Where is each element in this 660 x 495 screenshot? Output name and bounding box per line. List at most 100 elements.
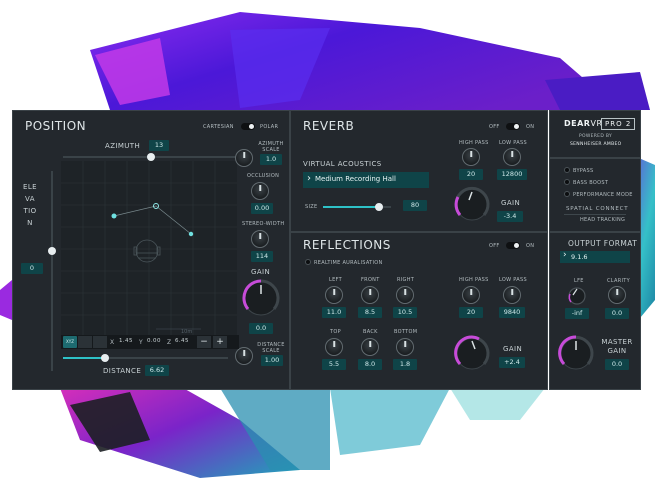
reverb-high-pass-value[interactable]: 20 <box>459 169 483 180</box>
reverb-toggle[interactable] <box>506 123 520 130</box>
distance-slider[interactable] <box>63 354 228 362</box>
coord-y-label: Y <box>139 339 143 346</box>
clarity-knob[interactable] <box>608 286 626 304</box>
size-value[interactable]: 80 <box>403 200 427 211</box>
distance-scale-value[interactable]: 1.00 <box>261 355 283 366</box>
distance-label: DISTANCE <box>103 367 142 375</box>
distance-slider-thumb[interactable] <box>101 354 109 362</box>
reflections-high-pass-knob[interactable] <box>462 286 480 304</box>
coord-x-value[interactable]: 1.45 <box>119 338 133 344</box>
master-gain-value[interactable]: 0.0 <box>605 359 629 370</box>
head-tracking-button[interactable]: HEAD TRACKING <box>564 214 626 225</box>
top-value[interactable]: 5.5 <box>322 359 346 370</box>
elevation-slider[interactable] <box>48 171 56 371</box>
back-value[interactable]: 8.0 <box>358 359 382 370</box>
realtime-auralisation-checkbox[interactable] <box>305 259 311 265</box>
occlusion-label: OCCLUSION <box>247 173 280 179</box>
position-grid[interactable]: 10m <box>61 161 237 339</box>
performance-mode-checkbox[interactable] <box>564 191 570 197</box>
dearvr-logo: DEARVR <box>564 119 603 128</box>
powered-by-label: POWERED BY <box>579 134 613 139</box>
source-point-right <box>188 231 194 237</box>
bottom-knob[interactable] <box>396 338 414 356</box>
reverb-on-label: ON <box>526 124 535 130</box>
view-tab-2[interactable] <box>78 336 92 348</box>
pro-badge: PRO 2 <box>601 118 636 130</box>
reflections-low-pass-value[interactable]: 9840 <box>499 307 525 318</box>
acoustics-preset-dropdown[interactable]: › Medium Recording Hall <box>303 172 429 188</box>
azimuth-slider-thumb[interactable] <box>147 153 155 161</box>
back-label: BACK <box>363 329 378 335</box>
lfe-value[interactable]: -inf <box>565 308 589 319</box>
right-value[interactable]: 10.5 <box>393 307 417 318</box>
left-value[interactable]: 11.0 <box>322 307 346 318</box>
reflections-high-pass-value[interactable]: 20 <box>459 307 483 318</box>
reflections-gain-value[interactable]: +2.4 <box>499 357 525 368</box>
left-knob[interactable] <box>325 286 343 304</box>
zoom-in-button[interactable]: + <box>213 336 227 348</box>
lfe-label: LFE <box>574 278 584 284</box>
back-knob[interactable] <box>361 338 379 356</box>
chevron-right-icon: › <box>307 173 311 184</box>
clarity-value[interactable]: 0.0 <box>605 308 629 319</box>
reverb-low-pass-value[interactable]: 12800 <box>497 169 527 180</box>
size-slider-thumb[interactable] <box>375 203 383 211</box>
coord-z-value[interactable]: 6.45 <box>175 338 189 344</box>
reflections-gain-knob[interactable] <box>452 333 492 373</box>
reverb-high-pass-knob[interactable] <box>462 148 480 166</box>
bypass-checkbox[interactable] <box>564 167 570 173</box>
reverb-low-pass-knob[interactable] <box>503 148 521 166</box>
stereo-width-knob[interactable] <box>251 230 269 248</box>
position-gain-knob[interactable] <box>239 276 283 320</box>
position-gain-value[interactable]: 0.0 <box>249 323 273 334</box>
top-knob[interactable] <box>325 338 343 356</box>
stereo-width-value[interactable]: 114 <box>251 251 273 262</box>
sennheiser-ambeo-logo: SENNHEISER AMBEO <box>570 142 622 147</box>
distance-value[interactable]: 6.62 <box>145 365 169 376</box>
output-format-dropdown[interactable]: › 9.1.6 <box>560 250 630 263</box>
reverb-gain-knob[interactable] <box>452 184 492 224</box>
bottom-value[interactable]: 1.8 <box>393 359 417 370</box>
distance-slider-fill <box>63 357 105 359</box>
front-value[interactable]: 8.5 <box>358 307 382 318</box>
reflections-high-pass-label: HIGH PASS <box>459 277 489 283</box>
reflections-on-label: ON <box>526 243 535 249</box>
master-gain-label: MASTER GAIN <box>601 338 633 355</box>
position-title: POSITION <box>25 119 87 133</box>
reflections-toggle[interactable] <box>506 242 520 249</box>
elevation-value[interactable]: 0 <box>21 263 43 274</box>
azimuth-scale-label: AZIMUTH SCALE <box>258 141 284 153</box>
coord-y-value[interactable]: 0.00 <box>147 338 161 344</box>
distance-scale-knob[interactable] <box>235 347 253 365</box>
position-panel: POSITION CARTESIAN POLAR AZIMUTH 13 ELEV… <box>12 110 290 390</box>
source-point-left <box>111 213 117 219</box>
occlusion-knob[interactable] <box>251 182 269 200</box>
elevation-slider-thumb[interactable] <box>48 247 56 255</box>
polar-label: POLAR <box>260 124 279 130</box>
view-tab-3[interactable] <box>93 336 107 348</box>
size-slider[interactable] <box>323 203 391 211</box>
distance-scale-label: DISTANCE SCALE <box>257 342 285 354</box>
right-knob[interactable] <box>396 286 414 304</box>
reflections-low-pass-knob[interactable] <box>503 286 521 304</box>
azimuth-scale-value[interactable]: 1.0 <box>260 154 282 165</box>
zoom-out-button[interactable]: − <box>197 336 211 348</box>
left-label: LEFT <box>329 277 342 283</box>
view-tab-xyz[interactable]: XYZ <box>63 336 77 348</box>
size-label: SIZE <box>305 204 318 210</box>
reverb-title: REVERB <box>303 119 355 133</box>
bass-boost-checkbox[interactable] <box>564 179 570 185</box>
occlusion-value[interactable]: 0.00 <box>251 203 273 214</box>
azimuth-scale-knob[interactable] <box>235 149 253 167</box>
azimuth-value[interactable]: 13 <box>149 140 169 151</box>
coordinate-mode-toggle[interactable] <box>241 123 255 130</box>
reverb-gain-value[interactable]: -3.4 <box>497 211 523 222</box>
clarity-label: CLARITY <box>607 278 630 284</box>
lfe-knob[interactable] <box>567 286 587 306</box>
reflections-gain-label: GAIN <box>503 345 523 353</box>
master-gain-knob[interactable] <box>556 333 596 373</box>
reverb-gain-label: GAIN <box>501 199 521 207</box>
position-gain-label: GAIN <box>251 268 271 276</box>
azimuth-slider[interactable] <box>63 153 243 161</box>
front-knob[interactable] <box>361 286 379 304</box>
